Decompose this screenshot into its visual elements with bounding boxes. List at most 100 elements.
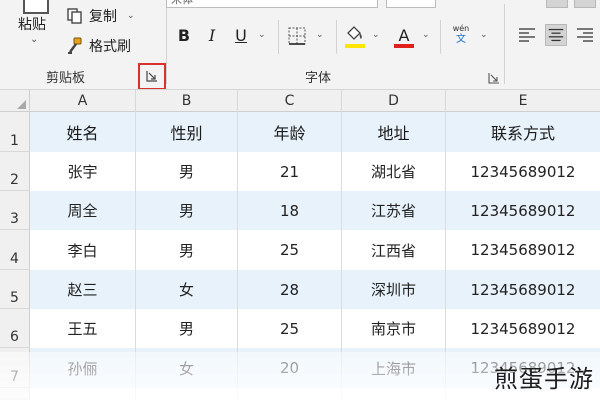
chevron-down-icon[interactable]: ⌄ (258, 30, 266, 40)
group-separator (166, 4, 167, 84)
format-painter-button[interactable]: 格式刷 (66, 35, 131, 57)
dialog-launcher-icon (146, 71, 157, 82)
table-cell[interactable]: 男 (136, 230, 238, 270)
fill-color-swatch (345, 44, 365, 48)
table-cell[interactable]: 28 (238, 270, 342, 309)
button-separator (278, 20, 279, 54)
format-painter-icon (68, 37, 82, 54)
table-cell[interactable]: 孙俪 (30, 348, 136, 388)
select-all-icon (17, 100, 26, 109)
table-cell[interactable]: 男 (136, 152, 238, 191)
select-all-corner[interactable] (0, 90, 30, 112)
column-header-d[interactable]: D (342, 90, 446, 112)
row-header-3[interactable]: 3 (0, 191, 30, 230)
table-cell[interactable]: 赵三 (30, 270, 136, 309)
clipboard-group-label: 剪贴板 (46, 71, 86, 86)
header-cell-contact[interactable]: 联系方式 (446, 112, 600, 152)
table-cell[interactable]: 25 (238, 230, 342, 270)
table-cell[interactable]: 张宇 (30, 152, 136, 191)
chevron-down-icon[interactable]: ⌄ (422, 30, 430, 40)
paste-button[interactable]: 粘贴 ⌄ (16, 0, 58, 52)
middle-align-button[interactable] (574, 0, 596, 8)
align-left-icon[interactable] (516, 24, 538, 46)
phonetic-guide-button[interactable]: wén 文 (450, 24, 472, 48)
table-cell[interactable]: 王五 (30, 309, 136, 348)
table-cell[interactable]: 12345689012 (446, 230, 600, 270)
table-cell[interactable]: 21 (238, 152, 342, 191)
row-number: 2 (10, 172, 19, 188)
font-name-input[interactable]: 宋体 (166, 0, 378, 8)
bold-button[interactable]: B (176, 24, 192, 48)
chevron-down-icon[interactable]: ⌄ (480, 30, 488, 40)
header-cell-address[interactable]: 地址 (342, 112, 446, 152)
table-cell[interactable]: 周全 (30, 191, 136, 230)
chevron-down-icon[interactable]: ⌄ (30, 34, 38, 45)
font-dialog-launcher-icon[interactable] (488, 72, 500, 84)
fill-color-icon[interactable] (344, 24, 366, 44)
chevron-down-icon[interactable]: ⌄ (372, 30, 380, 40)
row-header-1[interactable]: 1 (0, 112, 30, 152)
row-header-5[interactable]: 5 (0, 270, 30, 309)
table-row: 赵三 女 28 深圳市 12345689012 (30, 270, 600, 309)
table-cell[interactable]: 女 (136, 270, 238, 309)
row-header-8[interactable] (0, 388, 30, 400)
row-number: 7 (10, 369, 19, 385)
row-number: 4 (10, 251, 19, 267)
header-cell-age[interactable]: 年龄 (238, 112, 342, 152)
table-cell[interactable]: 12345689012 (446, 191, 600, 230)
column-header-c[interactable]: C (238, 90, 342, 112)
chevron-down-icon[interactable]: ⌄ (127, 11, 135, 21)
underline-button[interactable]: U (232, 24, 250, 48)
ribbon: 粘贴 ⌄ 复制 ⌄ 格式刷 剪贴板 宋体 B I U ⌄ (0, 0, 600, 90)
row-header-4[interactable]: 4 (0, 230, 30, 270)
table-cell[interactable]: 12345689012 (446, 270, 600, 309)
table-cell[interactable]: 25 (238, 309, 342, 348)
table-cell[interactable]: 女 (136, 348, 238, 388)
table-cell[interactable] (30, 388, 136, 400)
column-header-b[interactable]: B (136, 90, 238, 112)
table-cell[interactable]: 南京市 (342, 309, 446, 348)
copy-button[interactable]: 复制 ⌄ (66, 5, 135, 27)
column-header-e[interactable]: E (446, 90, 600, 112)
font-size-input[interactable] (386, 0, 436, 8)
table-cell[interactable] (136, 388, 238, 400)
row-number: 6 (10, 329, 19, 345)
table-cell[interactable]: 18 (238, 191, 342, 230)
table-cell[interactable] (238, 388, 342, 400)
table-cell[interactable]: 上海市 (342, 348, 446, 388)
column-header-a[interactable]: A (30, 90, 136, 112)
table-cell[interactable]: 深圳市 (342, 270, 446, 309)
paste-label: 粘贴 (18, 17, 46, 33)
table-cell[interactable]: 12345689012 (446, 152, 600, 191)
table-cell[interactable]: 20 (238, 348, 342, 388)
column-header-row: A B C D E (0, 90, 600, 112)
phonetic-char: 文 (456, 34, 466, 45)
clipboard-dialog-launcher[interactable] (138, 63, 166, 89)
top-align-button[interactable] (546, 0, 568, 8)
italic-button[interactable]: I (204, 24, 220, 48)
table-cell[interactable] (342, 388, 446, 400)
table-cell[interactable]: 12345689012 (446, 309, 600, 348)
font-color-swatch (394, 44, 414, 48)
button-separator (336, 20, 337, 54)
chevron-down-icon[interactable]: ⌄ (316, 30, 324, 40)
borders-icon[interactable] (288, 27, 306, 45)
font-group-label: 字体 (305, 71, 332, 86)
table-cell[interactable]: 江西省 (342, 230, 446, 270)
table-cell[interactable]: 江苏省 (342, 191, 446, 230)
watermark: 煎蛋手游 (494, 365, 594, 393)
table-cell[interactable]: 男 (136, 191, 238, 230)
header-cell-name[interactable]: 姓名 (30, 112, 136, 152)
table-cell[interactable]: 男 (136, 309, 238, 348)
group-separator (504, 4, 505, 84)
header-cell-gender[interactable]: 性别 (136, 112, 238, 152)
row-header-2[interactable]: 2 (0, 152, 30, 191)
row-header-6[interactable]: 6 (0, 309, 30, 348)
align-center-button[interactable] (545, 24, 567, 46)
align-right-icon[interactable] (574, 24, 596, 46)
row-header-7[interactable]: 7 (0, 348, 30, 388)
table-row: 周全 男 18 江苏省 12345689012 (30, 191, 600, 230)
table-cell[interactable]: 李白 (30, 230, 136, 270)
table-cell[interactable]: 湖北省 (342, 152, 446, 191)
copy-icon (67, 8, 82, 24)
